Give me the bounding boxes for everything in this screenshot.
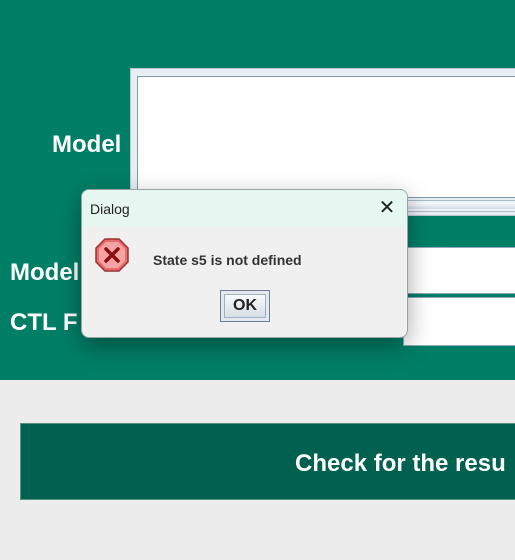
check-result-button[interactable]: Check for the resu (20, 423, 515, 500)
ctl-formula-label: CTL F (10, 309, 78, 336)
error-icon (95, 238, 129, 272)
ok-button[interactable]: OK (220, 290, 270, 322)
model-label: Model (52, 131, 122, 158)
close-icon[interactable]: ✕ (377, 198, 397, 218)
ok-button-label: OK (224, 294, 266, 318)
model-textarea[interactable] (137, 76, 515, 198)
dialog-title: Dialog (90, 201, 130, 217)
ctl-formula-field[interactable] (403, 297, 515, 346)
model-state-label: Model (10, 259, 80, 286)
model-state-field[interactable] (403, 247, 515, 294)
dialog-message: State s5 is not defined (153, 252, 302, 268)
check-result-button-label: Check for the resu (295, 450, 506, 477)
error-dialog: Dialog ✕ State s5 is not defined OK (81, 189, 408, 338)
dialog-titlebar[interactable]: Dialog ✕ (82, 190, 407, 227)
